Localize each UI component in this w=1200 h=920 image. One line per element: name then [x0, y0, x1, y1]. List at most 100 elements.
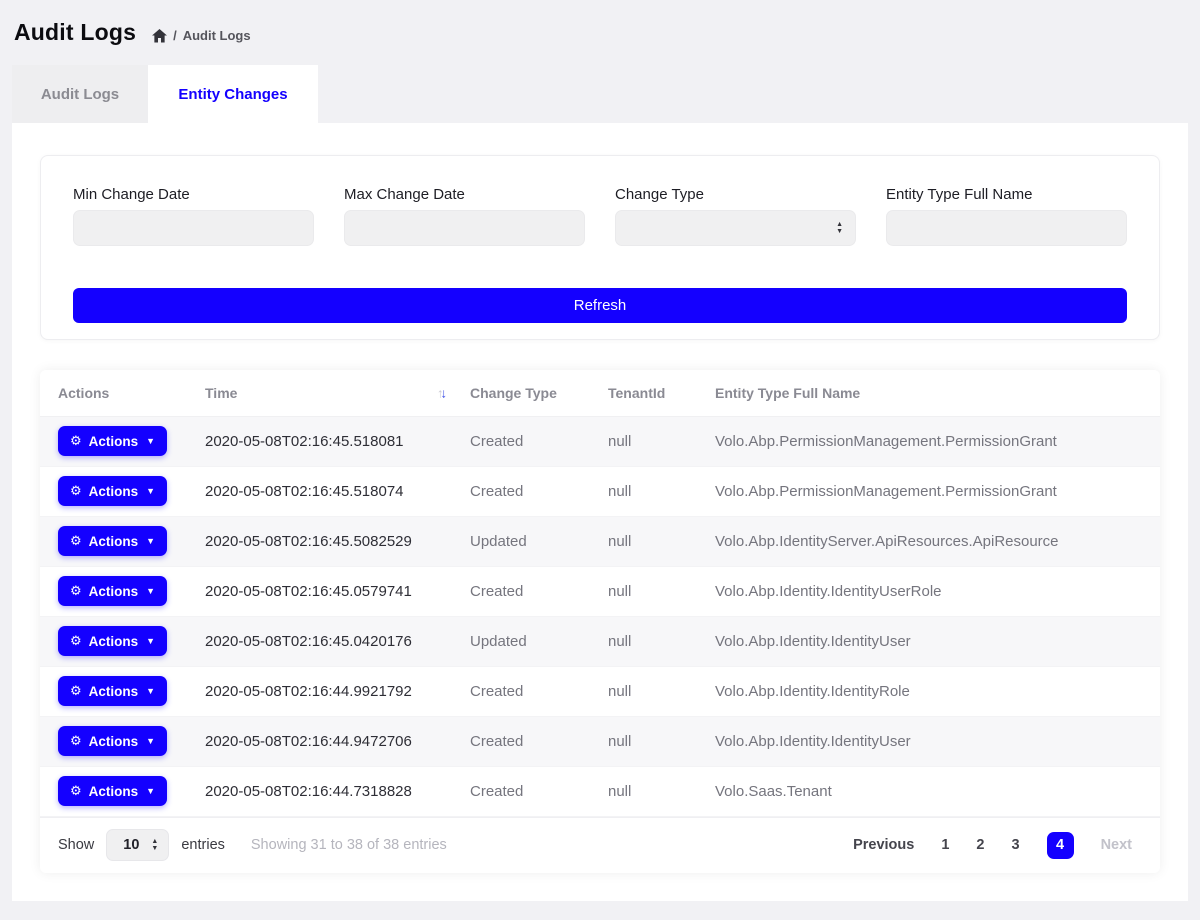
column-header-entity-type-full-name: Entity Type Full Name	[697, 370, 1160, 416]
row-actions-button[interactable]: ⚙ Actions ▼	[58, 476, 167, 506]
pagination-previous[interactable]: Previous	[853, 837, 914, 853]
actions-button-label: Actions	[89, 734, 139, 749]
filter-field-max-change-date: Max Change Date	[344, 186, 585, 246]
cell-entity-type-full-name: Volo.Abp.PermissionManagement.Permission…	[697, 466, 1160, 516]
cell-entity-type-full-name: Volo.Abp.Identity.IdentityUser	[697, 616, 1160, 666]
column-header-time[interactable]: Time ↑↓	[187, 370, 452, 416]
cell-tenant-id: null	[590, 566, 697, 616]
breadcrumb-separator: /	[173, 28, 177, 43]
filter-label-min-change-date: Min Change Date	[73, 186, 314, 203]
caret-down-icon: ▼	[146, 486, 155, 496]
page-size-value: 10	[123, 837, 139, 853]
page-header: Audit Logs / Audit Logs	[0, 0, 1200, 65]
filter-field-change-type: Change Type▲▼	[615, 186, 856, 246]
column-header-change-type: Change Type	[452, 370, 590, 416]
tab-content-panel: Min Change Date Max Change Date Change Typ…	[12, 123, 1188, 901]
entity-changes-table-card: Actions Time ↑↓ Change Type TenantId Ent…	[40, 370, 1160, 873]
cell-entity-type-full-name: Volo.Abp.Identity.IdentityRole	[697, 666, 1160, 716]
cell-tenant-id: null	[590, 716, 697, 766]
filter-field-entity-type-full-name: Entity Type Full Name	[886, 186, 1127, 246]
cell-time: 2020-05-08T02:16:45.518081	[187, 416, 452, 466]
actions-button-label: Actions	[89, 634, 139, 649]
max-change-date-input[interactable]	[344, 210, 585, 246]
row-actions-button[interactable]: ⚙ Actions ▼	[58, 626, 167, 656]
cell-tenant-id: null	[590, 766, 697, 816]
cell-time: 2020-05-08T02:16:45.0420176	[187, 616, 452, 666]
cell-entity-type-full-name: Volo.Abp.Identity.IdentityUserRole	[697, 566, 1160, 616]
cell-tenant-id: null	[590, 516, 697, 566]
row-actions-button[interactable]: ⚙Actions▼	[58, 576, 167, 606]
caret-down-icon: ▼	[146, 736, 155, 746]
row-actions-button[interactable]: ⚙Actions▼	[58, 426, 167, 456]
caret-down-icon: ▼	[146, 436, 155, 446]
cell-tenant-id: null	[590, 416, 697, 466]
table-footer: Show 10 ▲▼ entries Showing 31 to 38 of 3…	[40, 817, 1160, 873]
table-row: ⚙Actions▼ 2020-05-08T02:16:44.7318828Crea…	[40, 766, 1160, 816]
page-size-select[interactable]: 10 ▲▼	[106, 829, 169, 861]
pagination-next[interactable]: Next	[1101, 837, 1132, 853]
pagination-page-3[interactable]: 3	[1011, 837, 1019, 853]
cell-tenant-id: null	[590, 616, 697, 666]
caret-down-icon: ▼	[146, 536, 155, 546]
cell-change-type: Created	[452, 466, 590, 516]
table-row: ⚙ Actions ▼ 2020-05-08T02:16:45.518074Creat…	[40, 466, 1160, 516]
row-actions-button[interactable]: ⚙Actions▼	[58, 726, 167, 756]
gear-icon: ⚙	[70, 633, 82, 649]
cell-time: 2020-05-08T02:16:44.9472706	[187, 716, 452, 766]
caret-down-icon: ▼	[146, 686, 155, 696]
show-label: Show	[58, 837, 94, 853]
cell-time: 2020-05-08T02:16:45.518074	[187, 466, 452, 516]
filter-label-entity-type-full-name: Entity Type Full Name	[886, 186, 1127, 203]
gear-icon: ⚙	[70, 483, 82, 499]
table-row: ⚙ Actions ▼ 2020-05-08T02:16:45.0420176Upda…	[40, 616, 1160, 666]
breadcrumb: / Audit Logs	[152, 28, 251, 43]
cell-change-type: Created	[452, 416, 590, 466]
caret-down-icon: ▼	[146, 786, 155, 796]
table-row: ⚙Actions▼ 2020-05-08T02:16:45.518081Creat…	[40, 416, 1160, 466]
cell-entity-type-full-name: Volo.Abp.Identity.IdentityUser	[697, 716, 1160, 766]
cell-entity-type-full-name: Volo.Abp.IdentityServer.ApiResources.Api…	[697, 516, 1160, 566]
sort-icon[interactable]: ↑↓	[437, 385, 444, 400]
entity-type-full-name-input[interactable]	[886, 210, 1127, 246]
refresh-button[interactable]: Refresh	[73, 288, 1127, 323]
entity-changes-table: Actions Time ↑↓ Change Type TenantId Ent…	[40, 370, 1160, 817]
cell-time: 2020-05-08T02:16:44.7318828	[187, 766, 452, 816]
column-header-tenantid: TenantId	[590, 370, 697, 416]
filter-field-min-change-date: Min Change Date	[73, 186, 314, 246]
row-actions-button[interactable]: ⚙Actions▼	[58, 526, 167, 556]
pagination-page-4[interactable]: 4	[1047, 832, 1074, 859]
actions-button-label: Actions	[89, 684, 139, 699]
actions-button-label: Actions	[89, 534, 139, 549]
change-type-select[interactable]: ▲▼	[615, 210, 856, 246]
cell-change-type: Updated	[452, 616, 590, 666]
cell-change-type: Updated	[452, 516, 590, 566]
cell-tenant-id: null	[590, 466, 697, 516]
home-icon[interactable]	[152, 29, 167, 43]
tab-audit-logs[interactable]: Audit Logs	[12, 65, 148, 123]
column-header-actions: Actions	[40, 370, 187, 416]
pagination-page-1[interactable]: 1	[941, 837, 949, 853]
min-change-date-input[interactable]	[73, 210, 314, 246]
pagination-page-2[interactable]: 2	[976, 837, 984, 853]
row-actions-button[interactable]: ⚙Actions▼	[58, 776, 167, 806]
tab-entity-changes[interactable]: Entity Changes	[148, 65, 318, 123]
actions-button-label: Actions	[89, 484, 139, 499]
table-row: ⚙ Actions ▼ 2020-05-08T02:16:44.9921792Crea…	[40, 666, 1160, 716]
gear-icon: ⚙	[70, 683, 82, 699]
filter-card: Min Change Date Max Change Date Change Typ…	[40, 155, 1160, 340]
filter-label-max-change-date: Max Change Date	[344, 186, 585, 203]
table-row: ⚙Actions▼2020-05-08T02:16:45.0579741Crea…	[40, 566, 1160, 616]
page-title: Audit Logs	[14, 19, 136, 46]
breadcrumb-current: Audit Logs	[183, 28, 251, 43]
filter-grid: Min Change Date Max Change Date Change Typ…	[73, 186, 1127, 246]
row-actions-button[interactable]: ⚙ Actions ▼	[58, 676, 167, 706]
cell-change-type: Created	[452, 766, 590, 816]
cell-entity-type-full-name: Volo.Abp.PermissionManagement.Permission…	[697, 416, 1160, 466]
table-row: ⚙Actions▼2020-05-08T02:16:45.5082529Upda…	[40, 516, 1160, 566]
caret-down-icon: ▼	[146, 636, 155, 646]
updown-icon: ▲▼	[151, 839, 158, 851]
cell-change-type: Created	[452, 666, 590, 716]
pagination: Previous 1 2 3 4 Next	[853, 832, 1132, 859]
tab-bar: Audit Logs Entity Changes	[12, 65, 1188, 123]
cell-time: 2020-05-08T02:16:44.9921792	[187, 666, 452, 716]
